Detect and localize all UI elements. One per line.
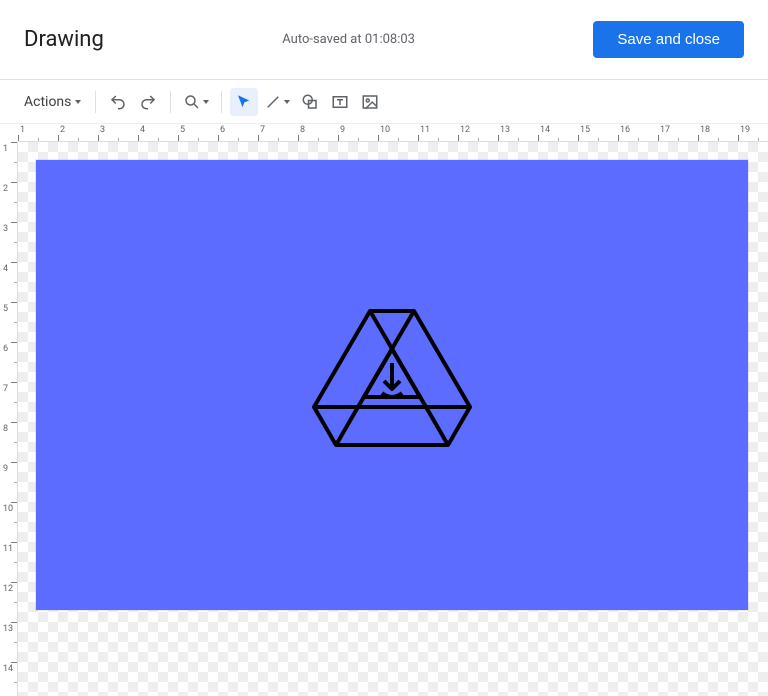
select-tool-button[interactable] <box>230 88 258 116</box>
ruler-tick: 7 <box>0 382 17 422</box>
caret-down-icon <box>75 100 81 104</box>
redo-button[interactable] <box>134 88 162 116</box>
line-icon <box>264 93 282 111</box>
separator <box>95 91 96 113</box>
drive-logo-shape[interactable] <box>302 303 482 467</box>
ruler-tick: 7 <box>258 124 298 141</box>
caret-down-icon <box>284 100 290 104</box>
ruler-tick: 5 <box>0 302 17 342</box>
canvas-transparent-background[interactable] <box>18 142 768 696</box>
image-tool-button[interactable] <box>356 88 384 116</box>
separator <box>221 91 222 113</box>
ruler-tick: 4 <box>0 262 17 302</box>
shape-tool-button[interactable] <box>296 88 324 116</box>
ruler-tick: 6 <box>218 124 258 141</box>
vertical-ruler: 1234567891011121314 <box>0 142 18 696</box>
redo-icon <box>139 93 157 111</box>
workspace: 12345678910111213141516171819 1234567891… <box>0 124 768 696</box>
caret-down-icon <box>203 100 209 104</box>
dialog-title: Drawing <box>24 27 104 52</box>
ruler-tick: 11 <box>0 542 17 582</box>
separator <box>170 91 171 113</box>
dialog-header: Drawing Auto-saved at 01:08:03 Save and … <box>0 0 768 80</box>
ruler-tick: 17 <box>658 124 698 141</box>
line-tool-button[interactable] <box>260 88 294 116</box>
ruler-tick: 1 <box>0 142 17 182</box>
undo-icon <box>109 93 127 111</box>
ruler-tick: 4 <box>138 124 178 141</box>
undo-button[interactable] <box>104 88 132 116</box>
ruler-tick: 14 <box>538 124 578 141</box>
cursor-icon <box>235 93 253 111</box>
ruler-tick: 8 <box>298 124 338 141</box>
save-and-close-button[interactable]: Save and close <box>593 21 744 58</box>
autosave-status: Auto-saved at 01:08:03 <box>282 32 415 47</box>
ruler-tick: 15 <box>578 124 618 141</box>
drawing-canvas[interactable] <box>36 160 748 610</box>
horizontal-ruler: 12345678910111213141516171819 <box>18 124 768 142</box>
zoom-icon <box>183 93 201 111</box>
ruler-tick: 3 <box>98 124 138 141</box>
ruler-tick: 13 <box>498 124 538 141</box>
ruler-tick: 8 <box>0 422 17 462</box>
ruler-tick: 6 <box>0 342 17 382</box>
ruler-tick: 1 <box>18 124 58 141</box>
zoom-button[interactable] <box>179 88 213 116</box>
textbox-icon <box>331 93 349 111</box>
ruler-tick: 10 <box>0 502 17 542</box>
ruler-tick: 11 <box>418 124 458 141</box>
ruler-tick: 19 <box>738 124 768 141</box>
ruler-tick: 2 <box>58 124 98 141</box>
toolbar: Actions <box>0 80 768 124</box>
ruler-tick: 3 <box>0 222 17 262</box>
textbox-tool-button[interactable] <box>326 88 354 116</box>
ruler-tick: 9 <box>0 462 17 502</box>
ruler-tick: 18 <box>698 124 738 141</box>
ruler-tick: 12 <box>458 124 498 141</box>
drive-download-icon <box>302 303 482 463</box>
shape-icon <box>301 93 319 111</box>
actions-label: Actions <box>24 94 71 110</box>
actions-menu-button[interactable]: Actions <box>18 88 87 116</box>
ruler-tick: 9 <box>338 124 378 141</box>
ruler-tick: 10 <box>378 124 418 141</box>
ruler-tick: 5 <box>178 124 218 141</box>
ruler-tick: 13 <box>0 622 17 662</box>
ruler-tick: 12 <box>0 582 17 622</box>
ruler-tick: 14 <box>0 662 17 696</box>
ruler-tick: 2 <box>0 182 17 222</box>
ruler-tick: 16 <box>618 124 658 141</box>
image-icon <box>361 93 379 111</box>
